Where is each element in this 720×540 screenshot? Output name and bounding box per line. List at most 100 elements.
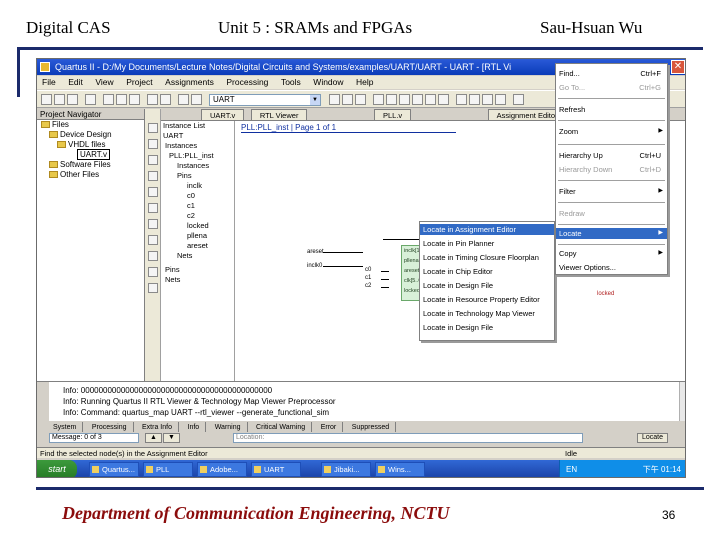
undo-icon[interactable] [147,94,158,105]
taskbar-item[interactable]: Adobe... [197,462,247,477]
locate-technology-map-viewer[interactable]: Locate in Technology Map Viewer [420,308,554,319]
save-icon[interactable] [67,94,78,105]
menu-viewer-options[interactable]: Viewer Options... [556,262,667,273]
timing-icon[interactable] [425,94,436,105]
entity-combo[interactable]: UART ▼ [209,94,321,106]
pin-areset[interactable]: areset [307,249,324,255]
menu-file[interactable]: File [37,76,61,89]
hand-icon[interactable] [148,139,158,149]
hierarchy-down-icon[interactable] [148,219,158,229]
hier-item[interactable]: areset [161,241,234,251]
programmer-icon[interactable] [495,94,506,105]
tree-item-files[interactable]: Files [37,120,144,130]
menu-zoom[interactable]: Zoom ▶ [556,126,667,137]
locate-assignment-editor[interactable]: Locate in Assignment Editor [420,224,554,235]
floorplan-icon[interactable] [469,94,480,105]
message-line[interactable]: Info: Command: quartus_map UART --rtl_vi… [63,408,329,418]
pointer-icon[interactable] [148,123,158,133]
clock[interactable]: 下午 01:14 [643,460,681,477]
hier-item[interactable]: Nets [161,275,234,285]
taskbar-item[interactable]: UART [251,462,301,477]
menu-filter[interactable]: Filter ▶ [556,186,667,197]
locate-button[interactable]: Locate [637,433,669,443]
tab-rtl-viewer[interactable]: RTL Viewer [250,109,308,120]
pin-inclk0[interactable]: inclk0 [307,263,322,269]
locate-pin-planner[interactable]: Locate in Pin Planner [420,238,554,249]
copy-icon[interactable] [116,94,127,105]
filter-icon[interactable] [148,235,158,245]
paste-icon[interactable] [129,94,140,105]
hier-item[interactable]: c1 [161,201,234,211]
up-arrow-icon[interactable]: ▲ [145,433,162,443]
cut-icon[interactable] [103,94,114,105]
refresh-icon[interactable] [148,283,158,293]
ime-indicator[interactable]: EN [566,460,577,477]
menu-hierarchy-down[interactable]: Hierarchy Down Ctrl+D [556,164,667,175]
forward-icon[interactable] [148,267,158,277]
tree-item-device-design[interactable]: Device Design [37,130,144,140]
menu-window[interactable]: Window [308,76,348,89]
menu-edit[interactable]: Edit [63,76,88,89]
menu-view[interactable]: View [90,76,118,89]
locate-design-file[interactable]: Locate in Design File [420,280,554,291]
locate-resource-property-editor[interactable]: Locate in Resource Property Editor [420,294,554,305]
menu-refresh[interactable]: Refresh [556,104,667,115]
schematic-canvas[interactable]: PLL:PLL_inst | Page 1 of 1 areset inclk0… [235,63,685,381]
find-icon[interactable] [148,187,158,197]
hier-item[interactable]: c2 [161,211,234,221]
back-icon[interactable] [148,251,158,261]
menu-assignments[interactable]: Assignments [160,76,219,89]
hier-item[interactable]: pllena [161,231,234,241]
location-input[interactable]: Location: [233,433,583,443]
down-arrow-icon[interactable]: ▼ [163,433,180,443]
messages-scrollbar[interactable] [679,382,685,422]
tree-item-other-files[interactable]: Other Files [37,170,144,180]
compile-icon[interactable] [386,94,397,105]
message-line[interactable]: Info: Running Quartus II RTL Viewer & Te… [63,397,336,407]
tree-item-uart-file[interactable]: UART.v [37,149,144,160]
pin-c2[interactable]: c2 [365,283,371,289]
menu-help[interactable]: Help [351,76,378,89]
menu-project[interactable]: Project [121,76,157,89]
menu-processing[interactable]: Processing [221,76,273,89]
hier-item[interactable]: Nets [161,251,234,261]
assignment-icon[interactable] [329,94,340,105]
hierarchy-up-icon[interactable] [148,203,158,213]
hier-item[interactable]: locked [161,221,234,231]
pin-planner-icon[interactable] [342,94,353,105]
tab-uart-v[interactable]: UART.v [201,109,245,120]
settings-icon[interactable] [191,94,202,105]
menu-find[interactable]: Find... Ctrl+F [556,68,667,79]
redo-icon[interactable] [160,94,171,105]
start-button[interactable]: start [37,460,77,477]
chip-editor-icon[interactable] [482,94,493,105]
hier-item[interactable]: Instances [161,141,234,151]
window-close-icon[interactable]: ✕ [671,60,685,74]
report-icon[interactable] [456,94,467,105]
hier-item[interactable]: PLL:PLL_inst [161,151,234,161]
taskbar-item[interactable]: Jibaki... [321,462,371,477]
taskbar-item[interactable]: Wins... [375,462,425,477]
taskbar-item[interactable]: PLL [143,462,193,477]
hier-item[interactable]: inclk [161,181,234,191]
hier-item[interactable]: Instances [161,161,234,171]
locate-design-file-2[interactable]: Locate in Design File [420,322,554,333]
simulate-icon[interactable] [438,94,449,105]
menu-goto[interactable]: Go To... Ctrl+G [556,82,667,93]
menu-locate[interactable]: Locate ▶ [556,228,667,239]
fitter-icon[interactable] [412,94,423,105]
locate-timing-floorplan[interactable]: Locate in Timing Closure Floorplan [420,252,554,263]
menu-tools[interactable]: Tools [276,76,306,89]
fit-window-icon[interactable] [148,171,158,181]
message-line[interactable]: Info: 0000000000000000000000000000000000… [63,386,272,396]
project-icon[interactable] [178,94,189,105]
pin-c0[interactable]: c0 [365,267,371,273]
new-file-icon[interactable] [41,94,52,105]
menu-redraw[interactable]: Redraw [556,208,667,219]
print-icon[interactable] [85,94,96,105]
pin-c1[interactable]: c1 [365,275,371,281]
tab-pll-v[interactable]: PLL.v [373,109,412,120]
menu-hierarchy-up[interactable]: Hierarchy Up Ctrl+U [556,150,667,161]
zoom-icon[interactable] [148,155,158,165]
analysis-icon[interactable] [399,94,410,105]
